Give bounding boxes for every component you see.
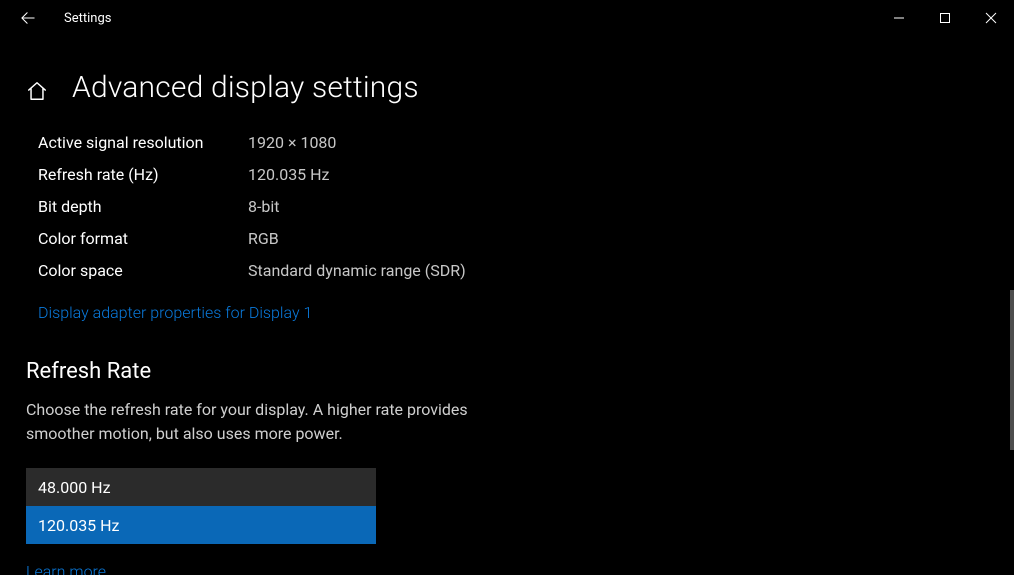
maximize-icon [939, 12, 951, 24]
back-button[interactable] [4, 0, 52, 36]
window-controls [876, 0, 1014, 36]
page-header: Advanced display settings [26, 70, 988, 105]
refresh-rate-option[interactable]: 48.000 Hz [26, 468, 376, 506]
info-value: 8-bit [248, 191, 280, 223]
home-icon[interactable] [26, 80, 48, 102]
maximize-button[interactable] [922, 0, 968, 36]
minimize-icon [893, 12, 905, 24]
info-value: 120.035 Hz [248, 159, 330, 191]
info-label: Active signal resolution [38, 127, 248, 159]
content-area: Advanced display settings Active signal … [0, 36, 1014, 575]
learn-more-link[interactable]: Learn more [26, 562, 106, 575]
info-row: Bit depth 8-bit [38, 191, 988, 223]
scrollbar[interactable] [1010, 290, 1014, 450]
refresh-rate-description: Choose the refresh rate for your display… [26, 398, 526, 446]
info-value: RGB [248, 223, 279, 255]
info-label: Color space [38, 255, 248, 287]
info-label: Bit depth [38, 191, 248, 223]
window-title: Settings [52, 11, 111, 26]
info-value: 1920 × 1080 [248, 127, 336, 159]
minimize-button[interactable] [876, 0, 922, 36]
info-label: Color format [38, 223, 248, 255]
display-info-table: Active signal resolution 1920 × 1080 Ref… [38, 127, 988, 287]
page-title: Advanced display settings [72, 70, 419, 105]
back-arrow-icon [21, 11, 35, 25]
title-bar: Settings [0, 0, 1014, 36]
refresh-rate-dropdown[interactable]: 48.000 Hz 120.035 Hz [26, 468, 376, 544]
close-button[interactable] [968, 0, 1014, 36]
info-row: Color space Standard dynamic range (SDR) [38, 255, 988, 287]
info-value: Standard dynamic range (SDR) [248, 255, 466, 287]
info-row: Active signal resolution 1920 × 1080 [38, 127, 988, 159]
close-icon [985, 12, 997, 24]
info-label: Refresh rate (Hz) [38, 159, 248, 191]
info-row: Color format RGB [38, 223, 988, 255]
refresh-rate-option[interactable]: 120.035 Hz [26, 506, 376, 544]
adapter-properties-link[interactable]: Display adapter properties for Display 1 [38, 301, 312, 325]
info-row: Refresh rate (Hz) 120.035 Hz [38, 159, 988, 191]
refresh-rate-heading: Refresh Rate [26, 359, 988, 384]
